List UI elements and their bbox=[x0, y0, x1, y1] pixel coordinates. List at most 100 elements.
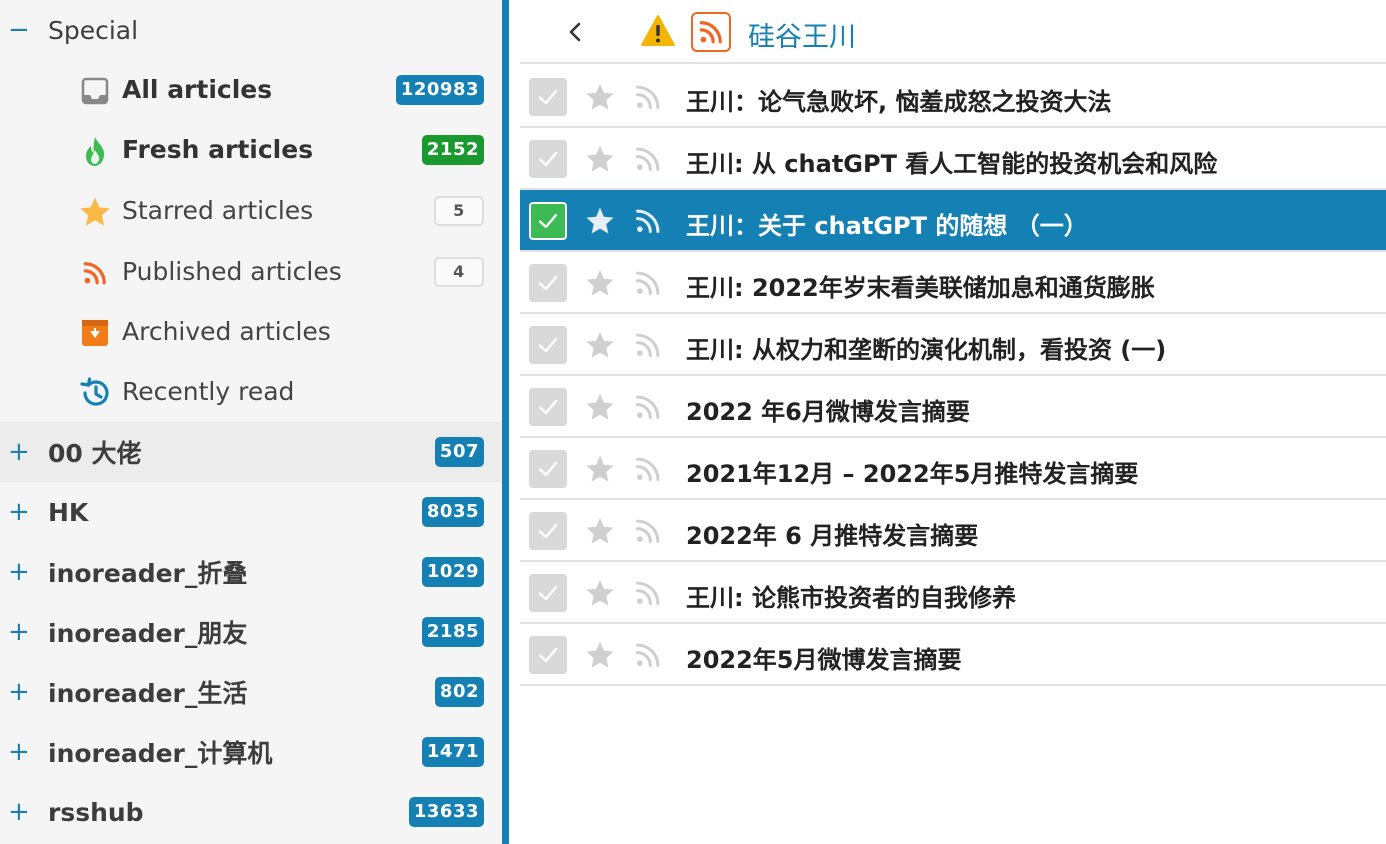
publish-rss-icon[interactable] bbox=[634, 579, 662, 607]
star-icon[interactable] bbox=[584, 267, 616, 299]
article-title[interactable]: 王川: 从权力和垄断的演化机制，看投资 (一) bbox=[686, 330, 1166, 365]
article-title[interactable]: 2022年5月微博发言摘要 bbox=[686, 640, 962, 675]
collapse-toggle[interactable]: − bbox=[8, 17, 30, 43]
feed-label: Published articles bbox=[122, 257, 342, 286]
article-row[interactable]: 王川: 论熊市投资者的自我修养 bbox=[520, 562, 1386, 624]
article-row[interactable]: 王川: 2022年岁末看美联储加息和通货膨胀 bbox=[520, 252, 1386, 314]
feed-label: Starred articles bbox=[122, 196, 314, 225]
star-icon[interactable] bbox=[584, 205, 616, 237]
expand-toggle[interactable]: + bbox=[8, 499, 30, 525]
feed-starred-articles[interactable]: Starred articles 5 bbox=[0, 181, 502, 241]
publish-rss-icon[interactable] bbox=[634, 145, 662, 173]
article-row[interactable]: 2022年 6 月推特发言摘要 bbox=[520, 500, 1386, 562]
feed-all-articles[interactable]: All articles 120983 bbox=[0, 60, 502, 120]
category-inoreader-jisuanji[interactable]: + inoreader_计算机 1471 bbox=[0, 722, 502, 782]
category-special[interactable]: − Special bbox=[0, 0, 502, 60]
star-icon[interactable] bbox=[584, 577, 616, 609]
publish-rss-icon[interactable] bbox=[634, 455, 662, 483]
rss-icon[interactable] bbox=[691, 12, 731, 52]
category-inoreader-zhedie[interactable]: + inoreader_折叠 1029 bbox=[0, 542, 502, 602]
feed-tree-sidebar: − Special All articles 120983 Fresh arti… bbox=[0, 0, 502, 844]
category-inoreader-pengyou[interactable]: + inoreader_朋友 2185 bbox=[0, 602, 502, 662]
feed-fresh-articles[interactable]: Fresh articles 2152 bbox=[0, 120, 502, 180]
feed-label: Fresh articles bbox=[122, 135, 314, 164]
feed-published-articles[interactable]: Published articles 4 bbox=[0, 242, 502, 302]
feed-label: All articles bbox=[122, 75, 273, 104]
article-title[interactable]: 王川：论气急败坏, 恼羞成怒之投资大法 bbox=[686, 82, 1111, 117]
article-row[interactable]: 2022年5月微博发言摘要 bbox=[520, 624, 1386, 686]
warning-icon[interactable] bbox=[640, 14, 676, 48]
publish-rss-icon[interactable] bbox=[634, 517, 662, 545]
select-checkbox[interactable] bbox=[529, 636, 567, 674]
star-icon[interactable] bbox=[584, 81, 616, 113]
expand-toggle[interactable]: + bbox=[8, 619, 30, 645]
feed-label: Archived articles bbox=[122, 317, 331, 346]
history-icon bbox=[78, 376, 112, 410]
star-icon[interactable] bbox=[584, 453, 616, 485]
article-title[interactable]: 2021年12月 – 2022年5月推特发言摘要 bbox=[686, 454, 1138, 489]
feed-recently-read[interactable]: Recently read bbox=[0, 362, 502, 422]
category-00-dalao[interactable]: + 00 大佬 507 bbox=[0, 422, 502, 482]
unread-count-badge: 507 bbox=[434, 437, 484, 467]
feed-archived-articles[interactable]: Archived articles bbox=[0, 302, 502, 362]
category-title: HK bbox=[48, 497, 89, 527]
select-checkbox[interactable] bbox=[529, 450, 567, 488]
select-checkbox[interactable] bbox=[529, 326, 567, 364]
expand-toggle[interactable]: + bbox=[8, 739, 30, 765]
article-title[interactable]: 王川: 从 chatGPT 看人工智能的投资机会和风险 bbox=[686, 144, 1217, 179]
feed-title-link[interactable]: 硅谷王川 bbox=[748, 15, 856, 54]
unread-count-badge: 802 bbox=[434, 677, 484, 707]
star-icon[interactable] bbox=[584, 515, 616, 547]
article-row[interactable]: 王川：论气急败坏, 恼羞成怒之投资大法 bbox=[520, 66, 1386, 128]
flame-icon bbox=[78, 134, 112, 168]
expand-toggle[interactable]: + bbox=[8, 439, 30, 465]
article-row[interactable]: 2021年12月 – 2022年5月推特发言摘要 bbox=[520, 438, 1386, 500]
select-checkbox[interactable] bbox=[529, 264, 567, 302]
article-row[interactable]: 2022 年6月微博发言摘要 bbox=[520, 376, 1386, 438]
inbox-icon bbox=[78, 74, 112, 108]
category-title: inoreader_朋友 bbox=[48, 619, 248, 648]
article-title[interactable]: 2022年 6 月推特发言摘要 bbox=[686, 516, 978, 551]
publish-rss-icon[interactable] bbox=[634, 641, 662, 669]
article-title[interactable]: 2022 年6月微博发言摘要 bbox=[686, 392, 970, 427]
publish-rss-icon[interactable] bbox=[634, 331, 662, 359]
select-checkbox[interactable] bbox=[529, 574, 567, 612]
publish-rss-icon[interactable] bbox=[634, 393, 662, 421]
archive-icon bbox=[78, 316, 112, 350]
publish-rss-icon[interactable] bbox=[634, 83, 662, 111]
unread-count-badge: 13633 bbox=[408, 797, 484, 827]
star-icon[interactable] bbox=[584, 143, 616, 175]
category-rsshub[interactable]: + rsshub 13633 bbox=[0, 782, 502, 842]
back-chevron-icon[interactable] bbox=[564, 20, 588, 44]
article-title[interactable]: 王川: 论熊市投资者的自我修养 bbox=[686, 578, 1016, 613]
article-title[interactable]: 王川：关于 chatGPT 的随想 （一） bbox=[686, 206, 1088, 241]
article-row[interactable]: 王川: 从 chatGPT 看人工智能的投资机会和风险 bbox=[520, 128, 1386, 190]
pane-resize-handle[interactable] bbox=[502, 0, 509, 844]
star-icon[interactable] bbox=[584, 391, 616, 423]
expand-toggle[interactable]: + bbox=[8, 679, 30, 705]
app-window: − Special All articles 120983 Fresh arti… bbox=[0, 0, 1386, 844]
article-title[interactable]: 王川: 2022年岁末看美联储加息和通货膨胀 bbox=[686, 268, 1155, 303]
category-inoreader-shenghuo[interactable]: + inoreader_生活 802 bbox=[0, 662, 502, 722]
select-checkbox[interactable] bbox=[529, 388, 567, 426]
feed-label: Recently read bbox=[122, 377, 295, 406]
article-row[interactable]: 王川: 从权力和垄断的演化机制，看投资 (一) bbox=[520, 314, 1386, 376]
count-badge: 4 bbox=[434, 257, 484, 287]
star-icon[interactable] bbox=[584, 329, 616, 361]
expand-toggle[interactable]: + bbox=[8, 799, 30, 825]
star-icon[interactable] bbox=[584, 639, 616, 671]
publish-rss-icon[interactable] bbox=[634, 269, 662, 297]
select-checkbox[interactable] bbox=[529, 140, 567, 178]
category-hk[interactable]: + HK 8035 bbox=[0, 482, 502, 542]
star-icon bbox=[78, 195, 112, 229]
expand-toggle[interactable]: + bbox=[8, 559, 30, 585]
article-row[interactable]: 王川：关于 chatGPT 的随想 （一） bbox=[520, 190, 1386, 252]
category-title: inoreader_计算机 bbox=[48, 739, 273, 768]
publish-rss-icon[interactable] bbox=[634, 207, 662, 235]
select-checkbox[interactable] bbox=[529, 512, 567, 550]
select-checkbox[interactable] bbox=[529, 202, 567, 240]
select-checkbox[interactable] bbox=[529, 78, 567, 116]
count-badge: 5 bbox=[434, 196, 484, 226]
category-title: inoreader_生活 bbox=[48, 679, 248, 708]
article-list: 王川：论气急败坏, 恼羞成怒之投资大法王川: 从 chatGPT 看人工智能的投… bbox=[520, 66, 1386, 686]
